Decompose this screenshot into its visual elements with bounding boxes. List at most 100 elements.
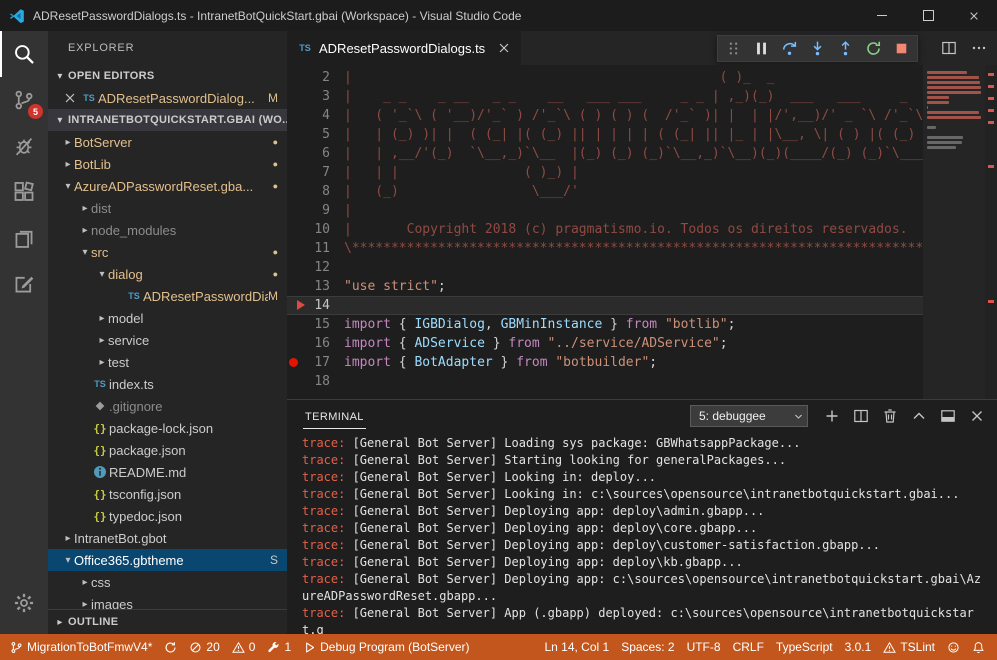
ellipsis-icon[interactable] (971, 40, 987, 56)
tree-item-readme-md[interactable]: README.md (48, 461, 287, 483)
status-errors[interactable]: 20 (183, 634, 225, 660)
code-line-8[interactable]: 8| (_) \___/' (287, 182, 923, 201)
gutter-margin[interactable] (287, 372, 303, 391)
status-git-branch[interactable]: MigrationToBotFmwV4* (4, 634, 158, 660)
status-tasks[interactable]: 1 (261, 634, 297, 660)
panel-trash-icon[interactable] (882, 408, 898, 424)
tree-item-adresetpassworddial[interactable]: TSADResetPasswordDial...M (48, 285, 287, 307)
status-ts-version[interactable]: 3.0.1 (839, 634, 878, 660)
gutter-margin[interactable] (287, 125, 303, 144)
debug-step-into-icon[interactable] (809, 40, 826, 57)
tree-item-botlib[interactable]: ▸BotLib● (48, 153, 287, 175)
debug-step-over-icon[interactable] (781, 40, 798, 57)
tree-item-package-lock-json[interactable]: {}package-lock.json (48, 417, 287, 439)
maximize-button[interactable] (905, 0, 951, 31)
gutter-margin[interactable] (287, 87, 303, 106)
tree-item-intranetbot-gbot[interactable]: ▸IntranetBot.gbot (48, 527, 287, 549)
gutter-margin[interactable] (287, 144, 303, 163)
gutter-margin[interactable] (287, 220, 303, 239)
activity-search[interactable] (0, 31, 48, 77)
gutter-margin[interactable] (287, 182, 303, 201)
status-debug-program[interactable]: Debug Program (BotServer) (297, 634, 475, 660)
tree-item-dist[interactable]: ▸dist (48, 197, 287, 219)
minimize-button[interactable] (859, 0, 905, 31)
code-line-11[interactable]: 11\*************************************… (287, 239, 923, 258)
tree-item-images[interactable]: ▸images (48, 593, 287, 609)
tree-item-botserver[interactable]: ▸BotServer● (48, 131, 287, 153)
open-editors-header[interactable]: ▾ OPEN EDITORS (48, 65, 287, 87)
code-line-14[interactable]: 14 (287, 296, 923, 315)
panel-chevron-up-icon[interactable] (911, 408, 927, 424)
gutter-margin[interactable] (287, 334, 303, 353)
tree-item-model[interactable]: ▸model (48, 307, 287, 329)
code-line-16[interactable]: 16import { ADService } from "../service/… (287, 334, 923, 353)
code-editor[interactable]: 2| ( )_ _3| _ _ _ __ _ _ __ ___ ___ _ _ … (287, 65, 923, 399)
code-line-15[interactable]: 15import { IGBDialog, GBMinInstance } fr… (287, 315, 923, 334)
activity-gear[interactable] (0, 580, 48, 626)
close-tab-icon[interactable] (497, 41, 511, 55)
code-line-17[interactable]: 17import { BotAdapter } from "botbuilder… (287, 353, 923, 372)
code-line-7[interactable]: 7| | | ( )_) | (287, 163, 923, 182)
tab-terminal[interactable]: TERMINAL (303, 404, 366, 429)
activity-source-control[interactable]: 5 (0, 77, 48, 123)
gutter-margin[interactable] (287, 296, 303, 315)
code-line-5[interactable]: 5| | (_) )| | ( (_| |( (_) || | | | | ( … (287, 125, 923, 144)
code-line-3[interactable]: 3| _ _ _ __ _ _ __ ___ ___ _ _ | ,_)(_) … (287, 87, 923, 106)
code-line-6[interactable]: 6| | ,__/'(_) `\__,_)`\__ |(_) (_) (_)`\… (287, 144, 923, 163)
tree-item-node-modules[interactable]: ▸node_modules (48, 219, 287, 241)
debug-grip-icon[interactable] (725, 40, 742, 57)
status-cursor-position[interactable]: Ln 14, Col 1 (538, 634, 615, 660)
tab-adresetpassworddialogs-ts[interactable]: TS ADResetPasswordDialogs.ts (287, 31, 521, 65)
code-line-4[interactable]: 4| ( '_`\ ( '__)/'_` ) /'_`\ ( ) ( ) ( /… (287, 106, 923, 125)
activity-debug[interactable] (0, 123, 48, 169)
status-warnings[interactable]: 0 (226, 634, 262, 660)
code-line-12[interactable]: 12 (287, 258, 923, 277)
debug-pause-icon[interactable] (753, 40, 770, 57)
gutter-margin[interactable] (287, 68, 303, 87)
status-notifications[interactable] (966, 634, 991, 660)
gutter-margin[interactable] (287, 201, 303, 220)
code-line-18[interactable]: 18 (287, 372, 923, 391)
tree-item-dialog[interactable]: ▾dialog● (48, 263, 287, 285)
gutter-margin[interactable] (287, 315, 303, 334)
status-indentation[interactable]: Spaces: 2 (615, 634, 680, 660)
panel-panel-layout-icon[interactable] (940, 408, 956, 424)
tree-item-typedoc-json[interactable]: {}typedoc.json (48, 505, 287, 527)
tree-item-gitignore[interactable]: .gitignore (48, 395, 287, 417)
code-line-10[interactable]: 10| Copyright 2018 (c) pragmatismo.io. T… (287, 220, 923, 239)
code-line-9[interactable]: 9| (287, 201, 923, 220)
status-encoding[interactable]: UTF-8 (681, 634, 727, 660)
gutter-margin[interactable] (287, 258, 303, 277)
panel-split-terminal-icon[interactable] (853, 408, 869, 424)
debug-stop-icon[interactable] (893, 40, 910, 57)
status-sync[interactable] (158, 634, 183, 660)
split-editor-icon[interactable] (941, 40, 957, 56)
tree-item-tsconfig-json[interactable]: {}tsconfig.json (48, 483, 287, 505)
tree-item-test[interactable]: ▸test (48, 351, 287, 373)
debug-restart-icon[interactable] (865, 40, 882, 57)
tree-item-src[interactable]: ▾src● (48, 241, 287, 263)
status-eol[interactable]: CRLF (727, 634, 770, 660)
status-language[interactable]: TypeScript (770, 634, 839, 660)
tree-item-azureadpasswordreset-gba[interactable]: ▾AzureADPasswordReset.gba...● (48, 175, 287, 197)
activity-files[interactable] (0, 215, 48, 261)
minimap[interactable] (923, 65, 985, 399)
panel-plus-icon[interactable] (824, 408, 840, 424)
outline-header[interactable]: ▸ OUTLINE (48, 609, 287, 634)
activity-edit[interactable] (0, 261, 48, 307)
workspace-header[interactable]: ▾ INTRANETBOTQUICKSTART.GBAI (WO... (48, 109, 287, 131)
activity-extensions[interactable] (0, 169, 48, 215)
code-line-2[interactable]: 2| ( )_ _ (287, 68, 923, 87)
gutter-margin[interactable] (287, 277, 303, 296)
status-feedback[interactable] (941, 634, 966, 660)
gutter-margin[interactable] (287, 239, 303, 258)
tree-item-package-json[interactable]: {}package.json (48, 439, 287, 461)
tree-item-css[interactable]: ▸css (48, 571, 287, 593)
panel-close-icon[interactable] (969, 408, 985, 424)
window-close-button[interactable] (951, 0, 997, 31)
debug-step-out-icon[interactable] (837, 40, 854, 57)
gutter-margin[interactable] (287, 106, 303, 125)
gutter-margin[interactable] (287, 163, 303, 182)
status-tslint[interactable]: TSLint (877, 634, 941, 660)
tree-item-service[interactable]: ▸service (48, 329, 287, 351)
